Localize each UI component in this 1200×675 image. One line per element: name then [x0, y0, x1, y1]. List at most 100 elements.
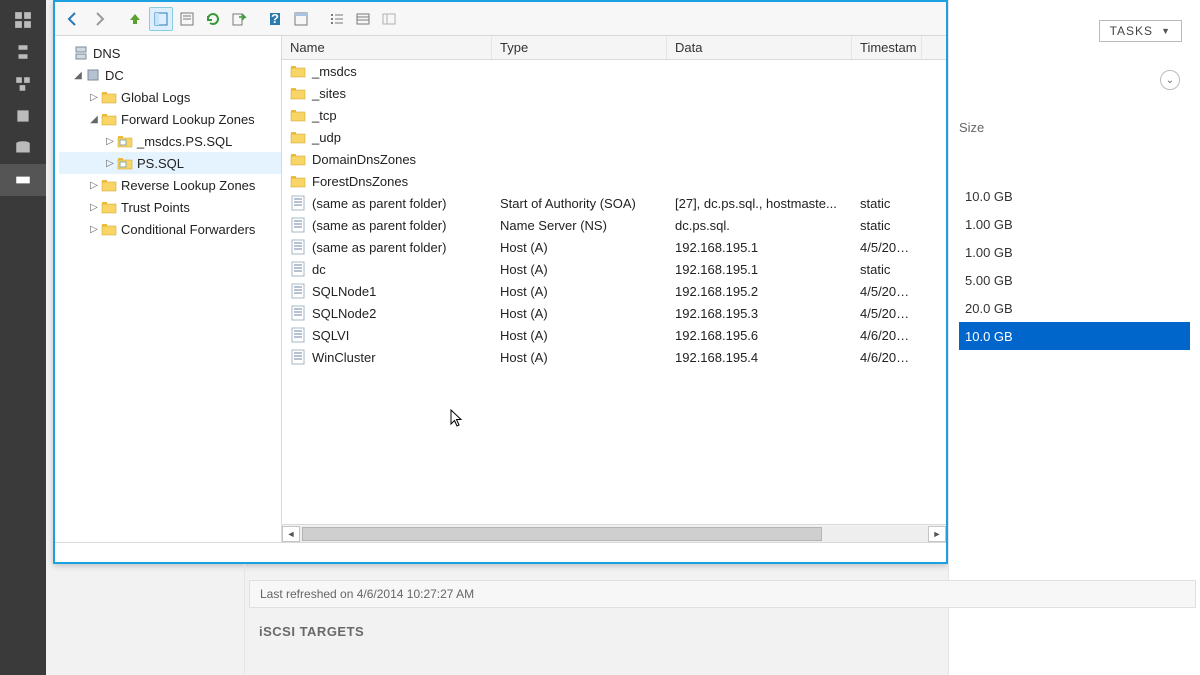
cell-type: Host (A) [492, 284, 667, 299]
record-icon [290, 239, 306, 255]
record-icon [290, 327, 306, 343]
cell-data: 192.168.195.3 [667, 306, 852, 321]
cell-data: [27], dc.ps.sql., hostmaste... [667, 196, 852, 211]
activity-bar [0, 0, 46, 675]
collapse-icon[interactable]: ◢ [87, 114, 101, 125]
expand-icon[interactable]: ▷ [103, 136, 117, 147]
new-button[interactable] [175, 7, 199, 31]
expand-icon[interactable]: ▷ [87, 180, 101, 191]
cell-name: ForestDnsZones [282, 173, 492, 189]
list-item[interactable]: SQLNode2Host (A)192.168.195.34/5/2014 1 [282, 302, 946, 324]
view-list-button[interactable] [325, 7, 349, 31]
tree-node-trust-points[interactable]: ▷ Trust Points [59, 196, 281, 218]
tree-node-conditional-fwd[interactable]: ▷ Conditional Forwarders [59, 218, 281, 240]
folder-icon [290, 151, 306, 167]
tree-node-zone-msdcs[interactable]: ▷ _msdcs.PS.SQL [59, 130, 281, 152]
cell-timestamp: 4/6/2014 1 [852, 328, 922, 343]
tree-node-reverse-zones[interactable]: ▷ Reverse Lookup Zones [59, 174, 281, 196]
collapse-icon[interactable]: ◢ [71, 70, 85, 81]
help-button[interactable]: ? [263, 7, 287, 31]
show-tree-button[interactable] [149, 7, 173, 31]
record-icon [290, 349, 306, 365]
tree-label: _msdcs.PS.SQL [137, 134, 232, 149]
expand-icon[interactable]: ▷ [87, 92, 101, 103]
cell-name: DomainDnsZones [282, 151, 492, 167]
scroll-right-button[interactable]: ► [928, 526, 946, 542]
column-header-size[interactable]: Size [959, 120, 984, 135]
list-item[interactable]: dcHost (A)192.168.195.1static [282, 258, 946, 280]
folder-icon [290, 129, 306, 145]
list-item[interactable]: WinClusterHost (A)192.168.195.44/6/2014 … [282, 346, 946, 368]
list-item[interactable]: (same as parent folder)Start of Authorit… [282, 192, 946, 214]
iscsi-targets-heading: iSCSI TARGETS [259, 624, 1200, 639]
properties-button[interactable] [289, 7, 313, 31]
list-item[interactable]: DomainDnsZones [282, 148, 946, 170]
column-header-name[interactable]: Name [282, 36, 492, 59]
view-details-button[interactable] [351, 7, 375, 31]
size-row[interactable]: 20.0 GB [959, 294, 1190, 322]
activity-item-dashboard[interactable] [0, 4, 46, 36]
cell-data: 192.168.195.6 [667, 328, 852, 343]
scroll-thumb[interactable] [302, 527, 822, 541]
refresh-button[interactable] [201, 7, 225, 31]
size-row[interactable]: 10.0 GB [959, 322, 1190, 350]
size-row[interactable]: 1.00 GB [959, 238, 1190, 266]
folder-icon [101, 111, 117, 127]
column-header-timestamp[interactable]: Timestam [852, 36, 922, 59]
cell-name: SQLNode1 [282, 283, 492, 299]
view-extra-button[interactable] [377, 7, 401, 31]
tree-label: Global Logs [121, 90, 190, 105]
folder-icon [290, 63, 306, 79]
size-list[interactable]: 10.0 GB1.00 GB1.00 GB5.00 GB20.0 GB10.0 … [959, 182, 1190, 350]
column-header-type[interactable]: Type [492, 36, 667, 59]
back-button[interactable] [61, 7, 85, 31]
horizontal-scrollbar[interactable]: ◄ ► [282, 524, 946, 542]
activity-item-storage[interactable] [0, 132, 46, 164]
list-body[interactable]: _msdcs_sites_tcp_udp DomainDnsZones Forest… [282, 60, 946, 524]
list-item[interactable]: (same as parent folder)Name Server (NS)d… [282, 214, 946, 236]
tree-node-dc[interactable]: ◢ DC [59, 64, 281, 86]
list-header: Name Type Data Timestam [282, 36, 946, 60]
expand-icon[interactable]: ▷ [87, 202, 101, 213]
activity-item-selected[interactable] [0, 164, 46, 196]
size-row[interactable]: 5.00 GB [959, 266, 1190, 294]
collapse-button[interactable]: ⌄ [1160, 70, 1180, 90]
export-button[interactable] [227, 7, 251, 31]
zone-icon [117, 133, 133, 149]
list-item[interactable]: _tcp [282, 104, 946, 126]
tree-root-dns[interactable]: DNS [59, 42, 281, 64]
list-item[interactable]: _udp [282, 126, 946, 148]
list-item[interactable]: ForestDnsZones [282, 170, 946, 192]
cell-type: Host (A) [492, 240, 667, 255]
scroll-track[interactable] [300, 526, 928, 542]
activity-item-local[interactable] [0, 36, 46, 68]
expand-icon[interactable]: ▷ [103, 158, 117, 169]
record-icon [290, 283, 306, 299]
list-item[interactable]: SQLVIHost (A)192.168.195.64/6/2014 1 [282, 324, 946, 346]
activity-item-file[interactable] [0, 100, 46, 132]
column-header-data[interactable]: Data [667, 36, 852, 59]
tree-node-global-logs[interactable]: ▷ Global Logs [59, 86, 281, 108]
cell-type: Start of Authority (SOA) [492, 196, 667, 211]
svg-text:?: ? [271, 11, 279, 26]
list-item[interactable]: SQLNode1Host (A)192.168.195.24/5/2014 1 [282, 280, 946, 302]
tasks-dropdown[interactable]: TASKS ▼ [1099, 20, 1182, 42]
forward-button[interactable] [87, 7, 111, 31]
cell-type: Host (A) [492, 328, 667, 343]
list-item[interactable]: _msdcs [282, 60, 946, 82]
tree-label: Reverse Lookup Zones [121, 178, 255, 193]
record-icon [290, 305, 306, 321]
tree-panel[interactable]: DNS ◢ DC ▷ Global Logs ◢ Forward Lookup … [55, 36, 282, 542]
size-row[interactable]: 10.0 GB [959, 182, 1190, 210]
up-button[interactable] [123, 7, 147, 31]
tree-node-forward-zones[interactable]: ◢ Forward Lookup Zones [59, 108, 281, 130]
cell-data: 192.168.195.1 [667, 240, 852, 255]
activity-item-servers[interactable] [0, 68, 46, 100]
tree-node-zone-pssql[interactable]: ▷ PS.SQL [59, 152, 281, 174]
scroll-left-button[interactable]: ◄ [282, 526, 300, 542]
expand-icon[interactable]: ▷ [87, 224, 101, 235]
list-item[interactable]: _sites [282, 82, 946, 104]
tree-label: Conditional Forwarders [121, 222, 255, 237]
list-item[interactable]: (same as parent folder)Host (A)192.168.1… [282, 236, 946, 258]
size-row[interactable]: 1.00 GB [959, 210, 1190, 238]
